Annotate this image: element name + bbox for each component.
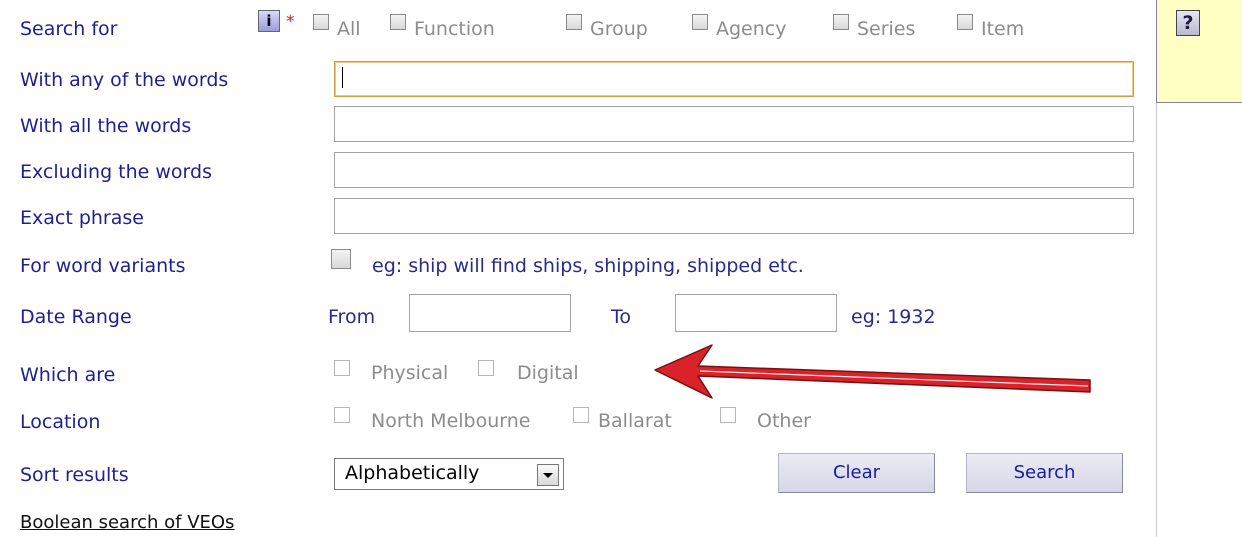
checkbox-other-label: Other [757, 410, 811, 432]
checkbox-north-melbourne-label: North Melbourne [371, 410, 531, 432]
sort-selected-value: Alphabetically [345, 462, 480, 484]
which-are-label: Which are [20, 364, 116, 386]
from-label: From [328, 306, 376, 328]
variants-hint: eg: ship will find ships, shipping, ship… [372, 255, 804, 277]
date-hint: eg: 1932 [851, 306, 936, 328]
checkbox-physical-label: Physical [371, 362, 449, 384]
checkbox-ballarat[interactable] [573, 407, 589, 423]
help-button[interactable]: ? [1176, 10, 1200, 36]
excluding-input[interactable] [334, 152, 1134, 188]
any-words-label: With any of the words [20, 69, 229, 91]
checkbox-group-label: Group [590, 18, 648, 40]
checkbox-item[interactable] [957, 14, 973, 30]
required-marker: * [286, 12, 295, 32]
date-from-input[interactable] [409, 294, 571, 332]
info-icon[interactable]: i [258, 10, 280, 32]
boolean-search-link[interactable]: Boolean search of VEOs [20, 512, 234, 533]
chevron-down-icon[interactable] [537, 464, 559, 486]
text-caret [342, 67, 343, 88]
checkbox-series-label: Series [857, 18, 916, 40]
variants-checkbox[interactable] [331, 249, 351, 269]
checkbox-other[interactable] [720, 407, 736, 423]
checkbox-digital[interactable] [478, 360, 494, 376]
excluding-label: Excluding the words [20, 161, 212, 183]
checkbox-agency-label: Agency [716, 18, 787, 40]
all-words-input[interactable] [334, 106, 1134, 142]
checkbox-function-label: Function [414, 18, 495, 40]
location-label: Location [20, 411, 101, 433]
to-label: To [611, 306, 632, 328]
checkbox-function[interactable] [390, 14, 406, 30]
checkbox-ballarat-label: Ballarat [598, 410, 672, 432]
date-range-label: Date Range [20, 306, 132, 328]
exact-phrase-input[interactable] [334, 198, 1134, 234]
checkbox-north-melbourne[interactable] [334, 407, 350, 423]
variants-label: For word variants [20, 255, 186, 277]
checkbox-group[interactable] [566, 14, 582, 30]
any-words-input[interactable] [334, 61, 1134, 97]
checkbox-digital-label: Digital [517, 362, 579, 384]
checkbox-all-label: All [337, 18, 361, 40]
sort-label: Sort results [20, 464, 129, 486]
sort-select[interactable]: Alphabetically [334, 458, 564, 490]
checkbox-item-label: Item [981, 18, 1025, 40]
search-button[interactable]: Search [966, 453, 1123, 493]
panel-divider [1156, 103, 1157, 537]
checkbox-physical[interactable] [334, 360, 350, 376]
clear-button[interactable]: Clear [778, 453, 935, 493]
exact-phrase-label: Exact phrase [20, 207, 144, 229]
checkbox-all[interactable] [313, 14, 329, 30]
search-for-label: Search for [20, 18, 118, 40]
help-panel: ? [1156, 0, 1242, 103]
checkbox-agency[interactable] [692, 14, 708, 30]
all-words-label: With all the words [20, 115, 192, 137]
date-to-input[interactable] [675, 294, 837, 332]
checkbox-series[interactable] [833, 14, 849, 30]
